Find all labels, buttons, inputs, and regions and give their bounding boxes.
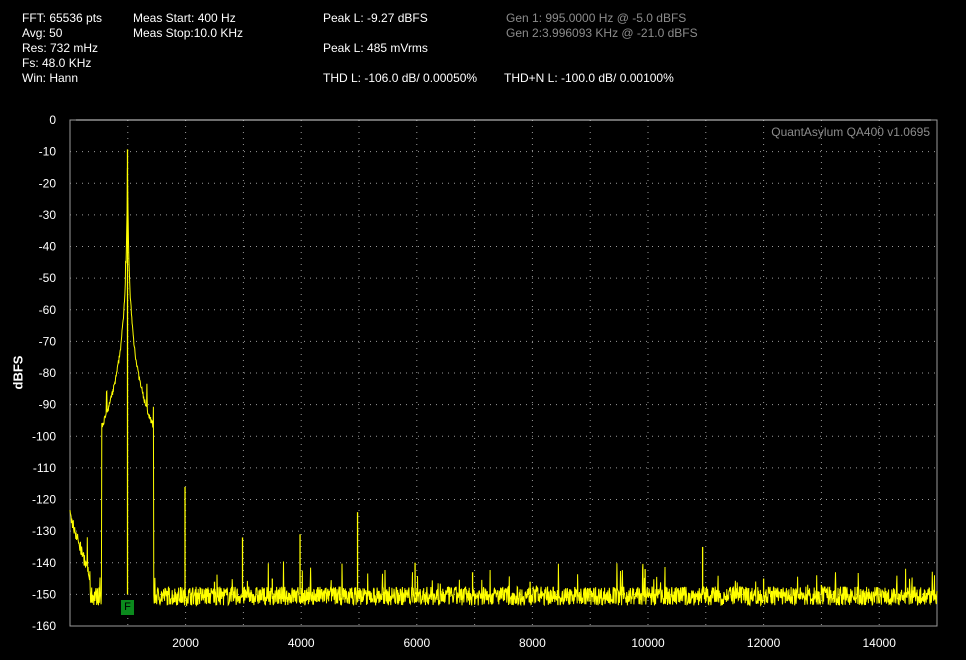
x-tick-label: 4000 bbox=[288, 636, 315, 650]
x-tick-label: 12000 bbox=[747, 636, 781, 650]
fundamental-marker[interactable]: F bbox=[121, 600, 134, 615]
x-tick-label: 14000 bbox=[863, 636, 897, 650]
y-tick-label: -40 bbox=[39, 240, 57, 254]
y-tick-label: -20 bbox=[39, 176, 57, 190]
y-tick-label: -10 bbox=[39, 145, 57, 159]
y-axis-label: dBFS bbox=[10, 355, 26, 390]
x-tick-label: 6000 bbox=[403, 636, 430, 650]
y-tick-label: -70 bbox=[39, 334, 57, 348]
plot-frame bbox=[69, 119, 938, 627]
y-tick-label: -100 bbox=[32, 429, 56, 443]
y-tick-label: -50 bbox=[39, 271, 57, 285]
y-tick-label: -60 bbox=[39, 303, 57, 317]
y-tick-label: -160 bbox=[32, 619, 56, 633]
x-tick-label: 2000 bbox=[172, 636, 199, 650]
x-tick-label: 8000 bbox=[519, 636, 546, 650]
y-tick-label: -130 bbox=[32, 524, 56, 538]
y-tick-label: -90 bbox=[39, 398, 57, 412]
y-tick-label: -140 bbox=[32, 556, 56, 570]
spectrum-trace bbox=[69, 168, 938, 607]
y-tick-label: -120 bbox=[32, 493, 56, 507]
y-tick-label: -110 bbox=[33, 461, 56, 475]
y-tick-label: -150 bbox=[32, 587, 56, 601]
y-tick-label: -80 bbox=[39, 366, 57, 380]
watermark: QuantAsylum QA400 v1.0695 bbox=[771, 125, 930, 139]
y-tick-label: 0 bbox=[49, 113, 56, 127]
spectrum-chart[interactable]: 0 -10 -20 -30 -40 -50 -60 -70 -80 -90 -100 -110 -120… bbox=[0, 0, 966, 660]
x-tick-label: 10000 bbox=[631, 636, 665, 650]
y-tick-label: -30 bbox=[39, 208, 57, 222]
